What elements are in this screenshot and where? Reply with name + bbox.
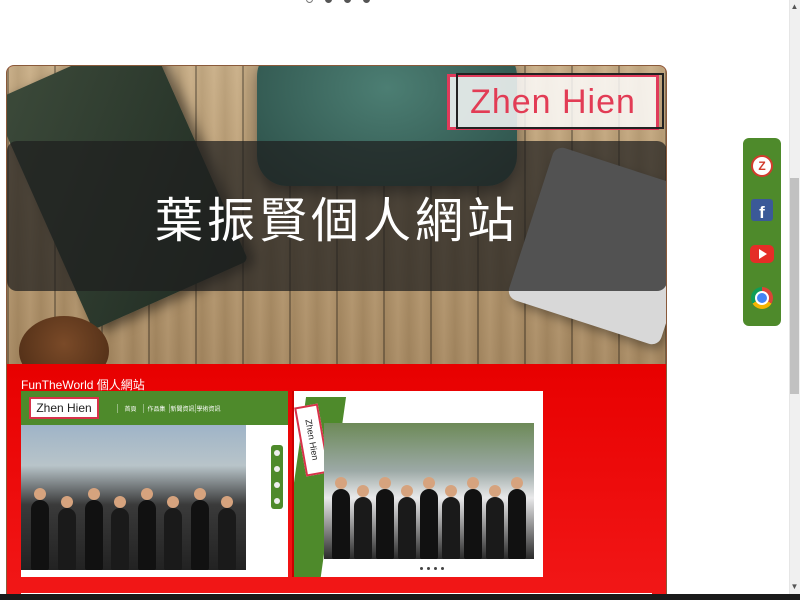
portfolio-screenshot-1[interactable]: Zhen Hien 首頁 作品集 新聞資訊 學術資訊 (21, 391, 288, 577)
hero-card: Zhen Hien 葉振賢個人網站 FunTheWorld 個人網站 Zhen … (6, 65, 667, 600)
scrollbar-thumb[interactable] (790, 178, 799, 394)
mini-navbar: Zhen Hien 首頁 作品集 新聞資訊 學術資訊 (21, 391, 288, 425)
site-logo[interactable]: Zhen Hien (447, 73, 664, 130)
mini-social-bar (271, 445, 283, 509)
youtube-icon[interactable] (750, 242, 774, 266)
site-logo-text: Zhen Hien (470, 82, 636, 121)
page-title: 葉振賢個人網站 (154, 193, 519, 249)
carousel-dot[interactable] (363, 0, 370, 3)
bottom-edge (0, 594, 800, 600)
mini-nav-item: 學術資訊 (195, 403, 221, 413)
youtube-glyph (750, 245, 774, 263)
scroll-down-arrow-icon[interactable]: ▼ (790, 580, 799, 592)
carousel-dot[interactable] (325, 0, 332, 3)
mini-nav-item: 新聞資訊 (169, 403, 195, 413)
mini-nav-item: 作品集 (143, 403, 169, 413)
facebook-glyph: f (751, 199, 773, 221)
z-logo-icon[interactable]: Z (750, 154, 774, 178)
portfolio-screenshot-2[interactable]: Zhen Hien (292, 391, 543, 577)
graduation-photo (21, 425, 246, 570)
title-banner: 葉振賢個人網站 (7, 141, 666, 291)
scroll-up-arrow-icon[interactable]: ▲ (790, 0, 799, 12)
chrome-icon[interactable] (750, 286, 774, 310)
z-logo-badge: Z (751, 155, 773, 177)
chrome-glyph (751, 287, 773, 309)
page: Zhen Hien 葉振賢個人網站 FunTheWorld 個人網站 Zhen … (0, 0, 800, 600)
people-group (27, 483, 240, 570)
facebook-icon[interactable]: f (750, 198, 774, 222)
mini-carousel-dots (420, 567, 444, 570)
hero-image: Zhen Hien 葉振賢個人網站 (7, 66, 666, 364)
mini-logo: Zhen Hien (29, 397, 99, 419)
mini-nav-items: 首頁 作品集 新聞資訊 學術資訊 (117, 403, 221, 413)
group-photo (324, 423, 534, 559)
carousel-dot[interactable] (344, 0, 351, 3)
people-group (330, 477, 528, 559)
portfolio-section: FunTheWorld 個人網站 Zhen Hien 首頁 作品集 新聞資訊 學… (7, 364, 666, 600)
social-sidebar: Z f (743, 138, 781, 326)
carousel-dot[interactable] (306, 0, 313, 3)
mini-nav-item: 首頁 (117, 403, 143, 413)
carousel-dots[interactable] (306, 0, 370, 3)
